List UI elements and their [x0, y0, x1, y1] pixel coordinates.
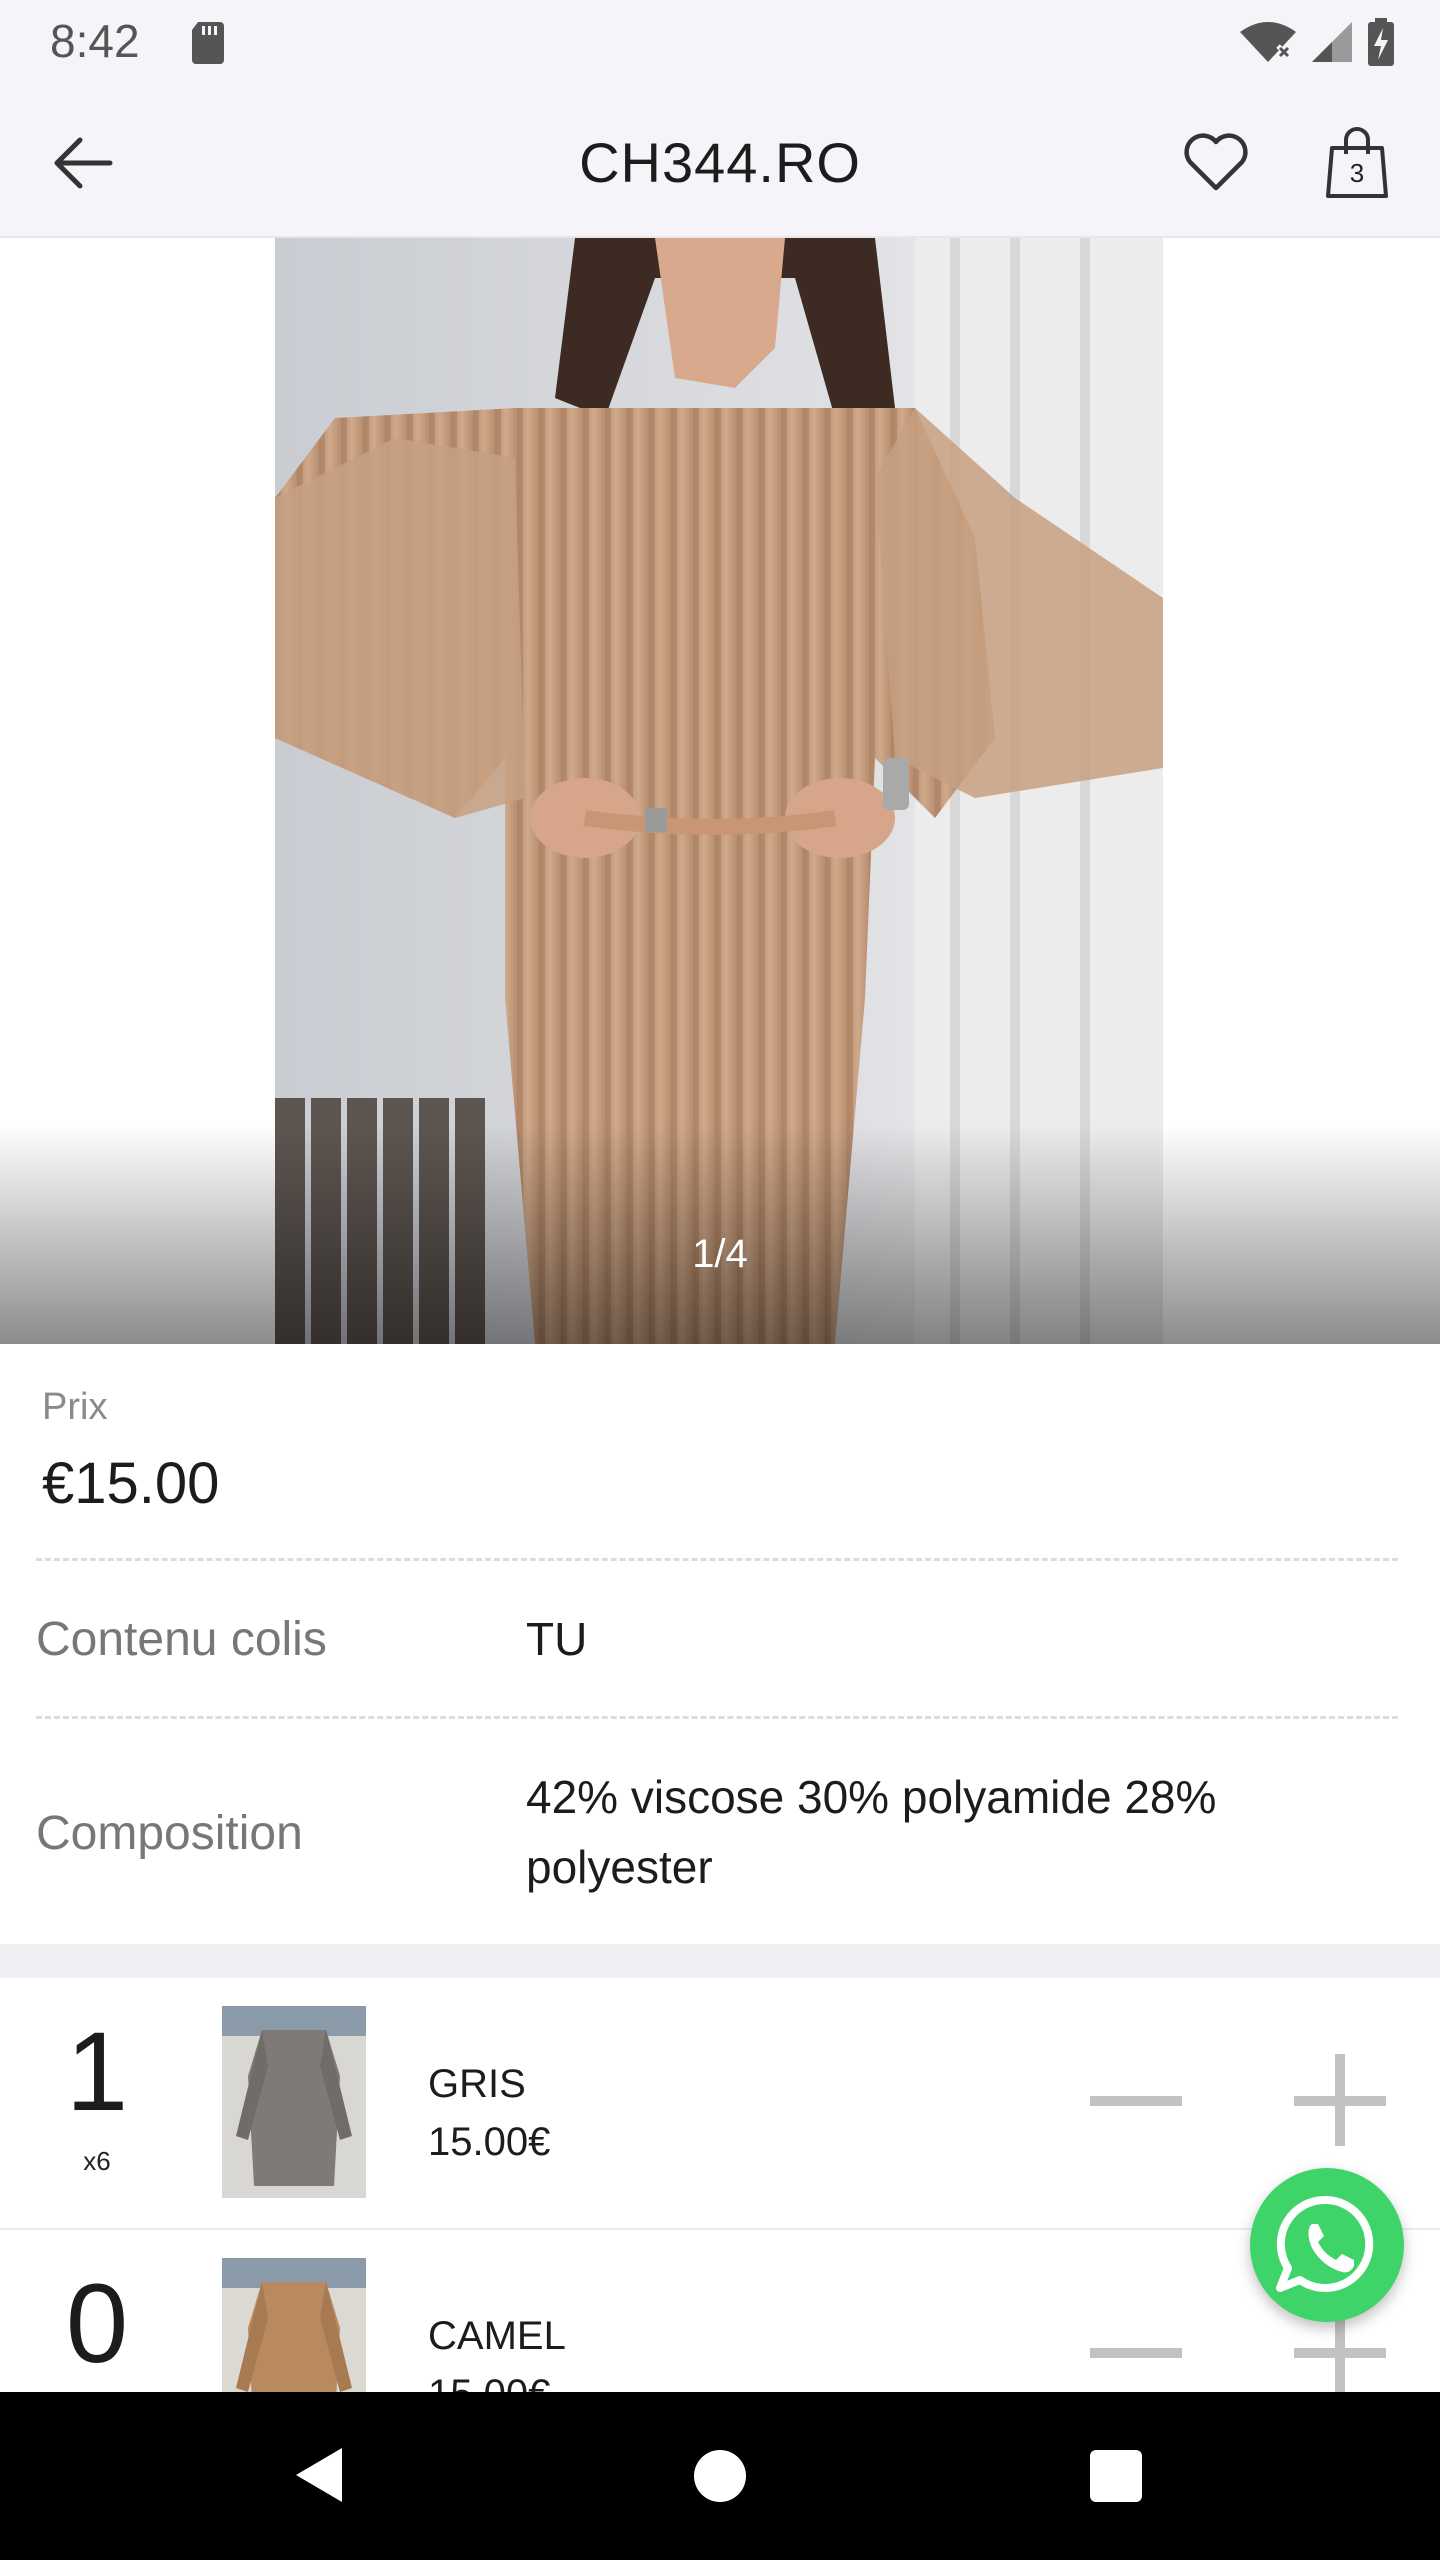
variant-row: 1 x6 GRIS 15.00€ [0, 1978, 1440, 2230]
price-label: Prix [42, 1386, 108, 1428]
attribute-row-contents: Contenu colis TU [0, 1560, 1440, 1716]
whatsapp-icon [1276, 2195, 1374, 2292]
variant-price: 15.00€ [428, 2120, 551, 2164]
attribute-value: TU [526, 1613, 588, 1665]
whatsapp-button[interactable] [1250, 2168, 1404, 2322]
sd-card-icon [192, 22, 224, 64]
variant-name: GRIS [428, 2062, 526, 2106]
variant-quantity: 1 [65, 2009, 129, 2134]
cart-button[interactable]: 3 [1324, 124, 1390, 200]
section-gap [0, 1944, 1440, 1978]
price-section: Prix €15.00 [0, 1344, 1440, 1560]
status-bar: 8:42 [0, 0, 1440, 84]
attribute-label: Composition [36, 1807, 303, 1860]
decrease-quantity-button[interactable] [1086, 2302, 1186, 2402]
app-bar: CH344.RO 3 [0, 84, 1440, 238]
nav-home-icon[interactable] [694, 2450, 746, 2502]
nav-back-icon[interactable] [290, 2444, 346, 2506]
battery-charging-icon [1368, 18, 1394, 66]
status-icons [1238, 18, 1396, 66]
nav-recents-icon[interactable] [1090, 2450, 1142, 2502]
increase-quantity-button[interactable] [1290, 2050, 1390, 2150]
variant-pack-size: x6 [83, 2146, 111, 2176]
attribute-label: Contenu colis [36, 1613, 327, 1666]
attribute-row-composition: Composition 42% viscose 30% polyamide 28… [0, 1718, 1440, 1944]
decrease-quantity-button[interactable] [1086, 2050, 1186, 2150]
variant-quantity: 0 [65, 2261, 129, 2386]
product-gallery[interactable]: 1/4 [0, 238, 1440, 1344]
cart-count-badge: 3 [1349, 158, 1365, 188]
attribute-value: 42% viscose 30% polyamide 28% polyester [526, 1771, 1217, 1893]
cell-signal-icon [1312, 22, 1352, 62]
gallery-pager: 1/4 [692, 1232, 748, 1276]
status-time: 8:42 [50, 15, 140, 67]
variant-name: CAMEL [428, 2314, 566, 2358]
price-value: €15.00 [42, 1451, 220, 1516]
wifi-off-icon [1240, 22, 1296, 62]
system-nav-bar [0, 2392, 1440, 2560]
variant-thumbnail [222, 2006, 366, 2198]
heart-icon[interactable] [1180, 126, 1252, 198]
